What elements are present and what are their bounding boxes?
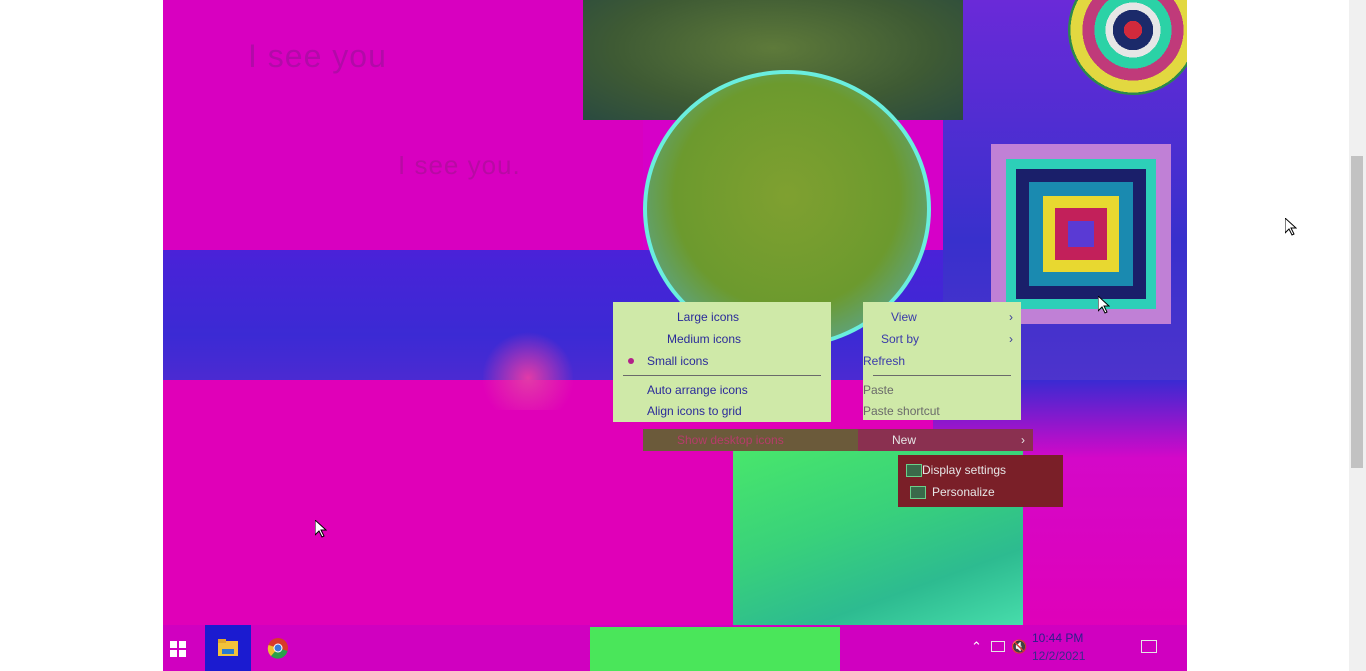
start-icon bbox=[170, 641, 186, 657]
menu-item-paste[interactable]: Paste bbox=[863, 379, 1021, 401]
menu-item-label: Display settings bbox=[922, 463, 1007, 477]
menu-item-label: Sort by bbox=[881, 332, 920, 346]
menu-item-label: Medium icons bbox=[667, 332, 742, 346]
wallpaper-region bbox=[163, 0, 643, 260]
personalize-icon bbox=[910, 486, 926, 499]
chrome-icon bbox=[267, 638, 288, 659]
menu-item-label: Large icons bbox=[677, 310, 740, 324]
menu-item-label: Align icons to grid bbox=[647, 404, 742, 418]
menu-separator bbox=[873, 375, 1011, 376]
menu-item-label: Show desktop icons bbox=[677, 433, 784, 447]
menu-item-label: Auto arrange icons bbox=[647, 383, 748, 397]
chevron-right-icon: › bbox=[1021, 433, 1025, 447]
menu-item-paste-shortcut[interactable]: Paste shortcut bbox=[863, 400, 1021, 422]
menu-item-auto-arrange[interactable]: Auto arrange icons bbox=[613, 379, 831, 401]
menu-item-view[interactable]: View › bbox=[863, 306, 1021, 328]
menu-item-label: Refresh bbox=[863, 354, 906, 368]
chevron-right-icon: › bbox=[1009, 332, 1013, 346]
menu-item-personalize[interactable]: Personalize bbox=[898, 481, 1063, 503]
desktop[interactable]: I see you I see you. Large icons Medium … bbox=[163, 0, 1187, 671]
page-scrollbar[interactable] bbox=[1349, 0, 1366, 671]
clock-time: 10:44 PM bbox=[1032, 631, 1084, 645]
chevron-right-icon: › bbox=[1009, 310, 1013, 324]
menu-item-small-icons[interactable]: Small icons bbox=[613, 350, 831, 372]
wallpaper-glitch bbox=[590, 627, 840, 671]
wallpaper-squares bbox=[991, 144, 1171, 324]
view-submenu: Large icons Medium icons Small icons Aut… bbox=[613, 302, 831, 422]
menu-item-new[interactable]: New › bbox=[858, 429, 1033, 451]
menu-separator bbox=[623, 375, 821, 376]
network-icon[interactable] bbox=[991, 641, 1005, 652]
volume-muted-icon[interactable]: 🔇 bbox=[1011, 639, 1027, 655]
chevron-up-icon[interactable]: ⌃ bbox=[971, 639, 982, 655]
context-menu: View › Sort by › Refresh Paste Paste sho… bbox=[863, 302, 1021, 420]
menu-item-medium-icons[interactable]: Medium icons bbox=[613, 328, 831, 350]
wallpaper-text: I see you bbox=[248, 38, 387, 74]
menu-item-label: New bbox=[892, 433, 917, 447]
selected-radio-icon bbox=[628, 358, 634, 364]
menu-item-align-to-grid[interactable]: Align icons to grid bbox=[613, 400, 831, 422]
menu-item-large-icons[interactable]: Large icons bbox=[613, 306, 831, 328]
menu-item-label: Paste shortcut bbox=[863, 404, 940, 418]
notification-icon[interactable] bbox=[1141, 640, 1157, 653]
context-menu-bottom: Display settings Personalize bbox=[898, 455, 1063, 507]
system-tray: ⌃ 🔇 10:44 PM 12/2/2021 bbox=[967, 625, 1187, 671]
menu-item-label: Personalize bbox=[932, 485, 995, 499]
display-settings-icon bbox=[906, 464, 922, 477]
taskbar-file-explorer[interactable] bbox=[205, 625, 251, 671]
wallpaper-text: I see you. bbox=[398, 150, 521, 180]
menu-item-label: Paste bbox=[863, 383, 894, 397]
start-button[interactable] bbox=[163, 625, 193, 671]
clock-date: 12/2/2021 bbox=[1032, 649, 1086, 663]
menu-item-label: View bbox=[891, 310, 917, 324]
file-explorer-icon bbox=[218, 639, 238, 656]
menu-item-refresh[interactable]: Refresh bbox=[863, 350, 1021, 372]
menu-item-display-settings[interactable]: Display settings bbox=[898, 459, 1063, 481]
scrollbar-thumb[interactable] bbox=[1351, 156, 1363, 468]
menu-item-label: Small icons bbox=[647, 354, 709, 368]
taskbar-chrome[interactable] bbox=[255, 625, 301, 671]
wallpaper-trees bbox=[483, 330, 573, 410]
menu-item-sort-by[interactable]: Sort by › bbox=[863, 328, 1021, 350]
